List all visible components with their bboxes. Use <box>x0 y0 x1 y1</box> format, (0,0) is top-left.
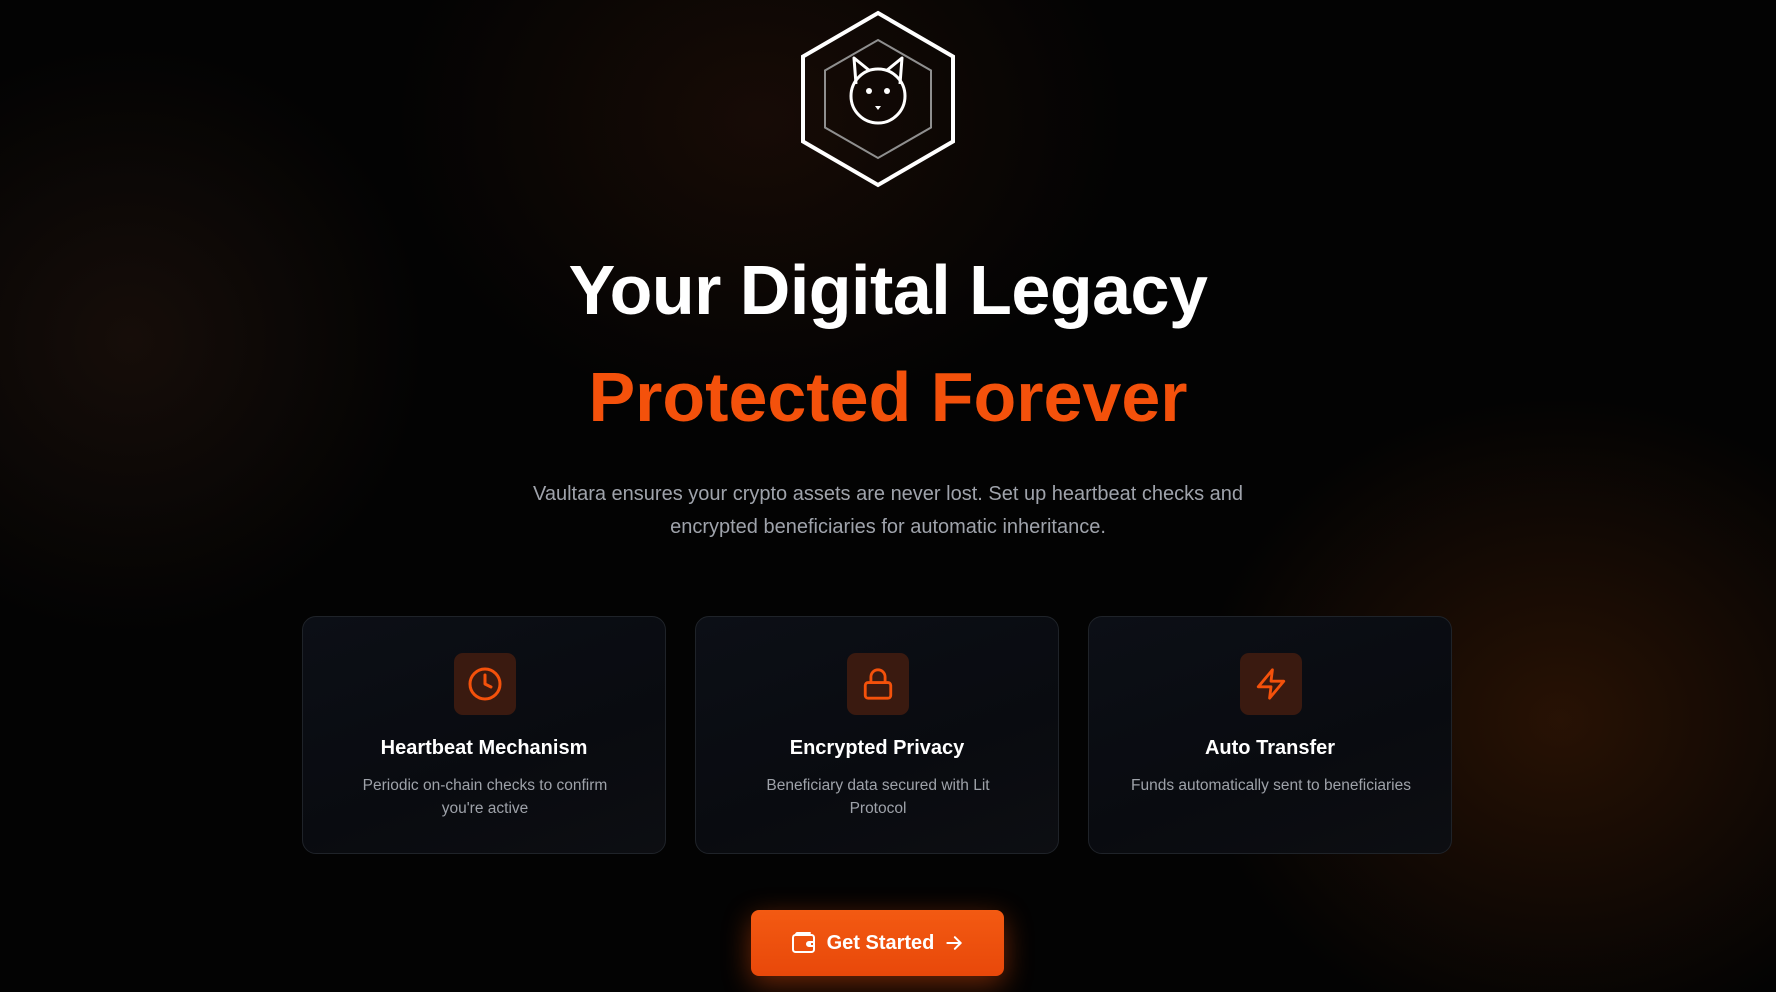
feature-card-encrypted-privacy: Encrypted Privacy Beneficiary data secur… <box>695 616 1059 854</box>
hexagon-cat-logo-icon <box>801 10 955 188</box>
feature-title: Auto Transfer <box>1204 737 1336 759</box>
hero-title: Your Digital Legacy <box>568 251 1208 329</box>
feature-cards: Heartbeat Mechanism Periodic on-chain ch… <box>302 616 1454 856</box>
feature-description: Funds automatically sent to beneficiarie… <box>1130 777 1411 794</box>
hero-subtitle: Protected Forever <box>588 358 1188 436</box>
feature-description: Beneficiary data secured with Lit Protoc… <box>766 777 990 817</box>
feature-title: Encrypted Privacy <box>789 737 965 759</box>
hero-description: Vaultara ensures your crypto assets are … <box>532 483 1244 538</box>
arrow-right-icon <box>944 933 964 953</box>
feature-icon-tile <box>847 653 909 715</box>
feature-icon-tile <box>1240 653 1302 715</box>
wallet-icon <box>791 931 817 955</box>
feature-title: Heartbeat Mechanism <box>380 737 588 759</box>
feature-icon-tile <box>454 653 516 715</box>
lightning-icon <box>1256 668 1286 700</box>
feature-card-auto-transfer: Auto Transfer Funds automatically sent t… <box>1088 616 1452 854</box>
get-started-label: Get Started <box>826 931 935 954</box>
feature-card-heartbeat: Heartbeat Mechanism Periodic on-chain ch… <box>302 616 666 854</box>
lock-icon <box>863 668 893 700</box>
landing-page: Your Digital Legacy Protected Forever Va… <box>0 0 1776 992</box>
get-started-button[interactable]: Get Started <box>751 910 1004 976</box>
feature-description: Periodic on-chain checks to confirm you'… <box>362 777 608 817</box>
clock-icon <box>468 667 502 701</box>
